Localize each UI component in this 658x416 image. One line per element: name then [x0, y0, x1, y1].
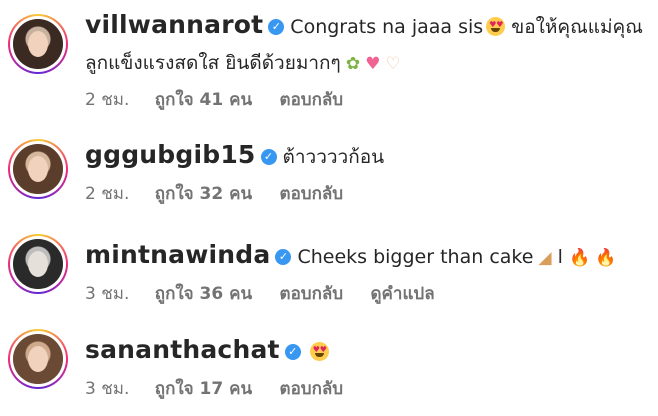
- avatar[interactable]: [8, 234, 68, 294]
- comment-meta: 3 ชม. ถูกใจ 17 คน ตอบกลับ: [85, 375, 365, 402]
- bouquet-emoji: ✿: [345, 54, 361, 74]
- fire-emoji: 🔥: [568, 248, 591, 268]
- comment-line: sananthachat ✓ ♥ ♥: [85, 335, 329, 364]
- comment-item: gggubgib15 ✓ ต้าววววก้อน 2 ชม. ถูกใจ 32 คน…: [0, 135, 658, 205]
- comment-meta: 2 ชม. ถูกใจ 32 คน ตอบกลับ: [85, 180, 365, 207]
- username[interactable]: mintnawinda: [85, 240, 270, 269]
- verified-badge-icon: ✓: [268, 19, 285, 35]
- comment-time[interactable]: 2 ชม.: [85, 184, 129, 204]
- reply-button[interactable]: ตอบกลับ: [280, 284, 344, 304]
- verified-badge-icon: ✓: [275, 249, 292, 265]
- comment-text-line2: ลูกแข็งแรงสดใส ยินดีด้วยมากๆ: [85, 52, 341, 74]
- comments-list: villwannarot ✓ Congrats na jaaa sis ♥ ♥ ขอให…: [0, 0, 658, 416]
- reply-button[interactable]: ตอบกลับ: [280, 184, 344, 204]
- reply-button[interactable]: ตอบกลับ: [280, 90, 344, 110]
- heart-eyes-emoji: ♥ ♥: [486, 17, 506, 36]
- likes-count[interactable]: ถูกใจ 32 คน: [155, 184, 252, 204]
- comment-item: sananthachat ✓ ♥ ♥ 3 ชม. ถูกใจ 17 คน ตอบกลั…: [0, 325, 658, 405]
- see-translation-button[interactable]: ดูคำแปล: [370, 284, 434, 304]
- fire-emoji: 🔥: [595, 248, 617, 268]
- avatar[interactable]: [8, 14, 68, 74]
- heart-hands-emoji: ♡: [385, 54, 401, 74]
- likes-count[interactable]: ถูกใจ 36 คน: [155, 284, 252, 304]
- sparkling-heart-emoji: ♥: [365, 54, 381, 74]
- comment-meta: 2 ชม. ถูกใจ 41 คน ตอบกลับ: [85, 86, 365, 113]
- avatar[interactable]: [8, 139, 68, 199]
- reply-button[interactable]: ตอบกลับ: [280, 379, 344, 399]
- cake-emoji: ◢: [538, 248, 552, 268]
- verified-badge-icon: ✓: [260, 149, 277, 165]
- comment-line: mintnawinda ✓ Cheeks bigger than cake ◢ l …: [85, 240, 616, 269]
- comment-item: villwannarot ✓ Congrats na jaaa sis ♥ ♥ ขอให…: [0, 10, 658, 115]
- comment-text: Congrats na jaaa sis: [290, 16, 484, 38]
- comment-text: ต้าววววก้อน: [282, 146, 385, 168]
- avatar[interactable]: [8, 329, 68, 389]
- likes-count[interactable]: ถูกใจ 17 คน: [155, 379, 252, 399]
- likes-count[interactable]: ถูกใจ 41 คน: [155, 90, 252, 110]
- username[interactable]: sananthachat: [85, 335, 280, 364]
- verified-badge-icon: ✓: [284, 344, 301, 360]
- heart-eyes-emoji: ♥ ♥: [309, 342, 329, 361]
- comment-text: Cheeks bigger than cake: [297, 246, 534, 268]
- comment-time[interactable]: 3 ชม.: [85, 284, 129, 304]
- comment-text-continued: ขอให้คุณแม่คุณ: [505, 16, 643, 38]
- username[interactable]: gggubgib15: [85, 140, 256, 169]
- comment-line: villwannarot ✓ Congrats na jaaa sis ♥ ♥ ขอให…: [85, 10, 643, 42]
- comment-time[interactable]: 2 ชม.: [85, 90, 129, 110]
- comment-line: gggubgib15 ✓ ต้าววววก้อน: [85, 140, 384, 172]
- comment-item: mintnawinda ✓ Cheeks bigger than cake ◢ l …: [0, 230, 658, 305]
- comment-time[interactable]: 3 ชม.: [85, 379, 129, 399]
- comment-line-2: ลูกแข็งแรงสดใส ยินดีด้วยมากๆ ✿ ♥ ♡: [85, 48, 401, 78]
- comment-meta: 3 ชม. ถูกใจ 36 คน ตอบกลับ ดูคำแปล: [85, 280, 435, 307]
- comment-text-continued: l: [551, 246, 569, 268]
- username[interactable]: villwannarot: [85, 10, 263, 39]
